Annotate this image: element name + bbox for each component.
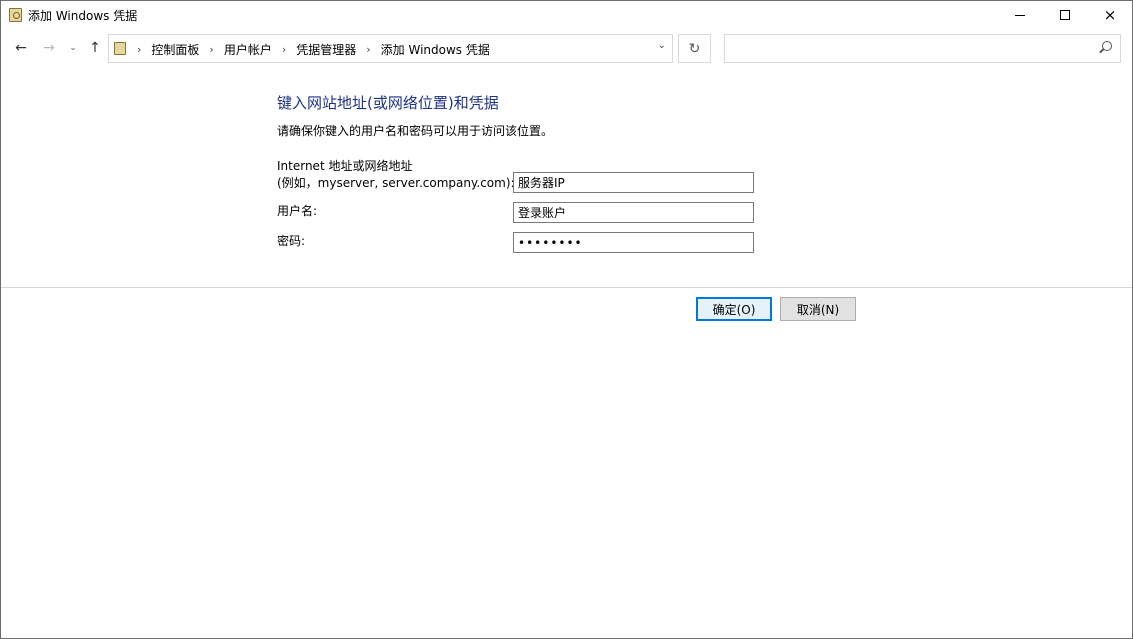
arrow-up-icon: ↑ [89, 40, 101, 56]
username-field[interactable] [513, 202, 754, 223]
breadcrumb-user-accounts[interactable]: 用户帐户 [224, 41, 272, 58]
forward-button[interactable]: → [39, 38, 59, 58]
refresh-icon: ↻ [688, 40, 701, 57]
username-label: 用户名: [277, 204, 318, 218]
ok-button[interactable]: 确定(O) [696, 297, 772, 321]
close-button[interactable]: × [1087, 1, 1133, 29]
address-bar[interactable]: › 控制面板 › 用户帐户 › 凭据管理器 › 添加 Windows 凭据 ⌄ [108, 34, 673, 63]
arrow-left-icon: ← [15, 40, 27, 56]
window-title: 添加 Windows 凭据 [28, 9, 138, 23]
recent-locations-button[interactable]: ⌄ [65, 38, 81, 58]
address-dropdown-icon[interactable]: ⌄ [658, 40, 666, 51]
page-title: 键入网站地址(或网络位置)和凭据 [277, 94, 499, 112]
breadcrumb-separator[interactable]: › [209, 43, 213, 56]
search-icon[interactable] [1098, 41, 1112, 55]
address-label: Internet 地址或网络地址 (例如，myserver, server.co… [277, 158, 515, 192]
title-bar: 添加 Windows 凭据 × [1, 1, 1132, 29]
chevron-down-icon: ⌄ [69, 43, 77, 53]
credential-icon [9, 8, 22, 22]
breadcrumb-separator: › [137, 43, 142, 56]
breadcrumb-separator[interactable]: › [366, 43, 370, 56]
page-description: 请确保你键入的用户名和密码可以用于访问该位置。 [277, 124, 554, 138]
breadcrumb-add-windows-credential[interactable]: 添加 Windows 凭据 [381, 41, 490, 58]
divider [1, 287, 1132, 288]
address-field[interactable] [513, 172, 754, 193]
address-label-line1: Internet 地址或网络地址 [277, 159, 413, 173]
password-label: 密码: [277, 234, 306, 248]
cancel-button[interactable]: 取消(N) [780, 297, 856, 321]
back-button[interactable]: ← [11, 38, 31, 58]
minimize-icon [1015, 14, 1025, 16]
breadcrumb-separator[interactable]: › [282, 43, 286, 56]
up-button[interactable]: ↑ [85, 38, 105, 58]
maximize-icon [1060, 10, 1070, 20]
breadcrumb: › 控制面板 › 用户帐户 › 凭据管理器 › 添加 Windows 凭据 [133, 41, 490, 58]
control-panel-icon [114, 42, 126, 55]
minimize-button[interactable] [997, 1, 1043, 29]
password-field[interactable] [513, 232, 754, 253]
search-box[interactable] [724, 34, 1121, 63]
arrow-right-icon: → [43, 40, 55, 56]
maximize-button[interactable] [1042, 1, 1088, 29]
breadcrumb-credential-manager[interactable]: 凭据管理器 [296, 41, 356, 58]
close-icon: × [1103, 5, 1117, 24]
address-label-line2: (例如，myserver, server.company.com): [277, 176, 515, 190]
navigation-bar: ← → ⌄ ↑ › 控制面板 › 用户帐户 › 凭据管理器 › 添加 Windo… [1, 33, 1132, 63]
credential-window: 添加 Windows 凭据 × ← → ⌄ ↑ › 控制面板 › 用户帐户 › … [0, 0, 1133, 639]
refresh-button[interactable]: ↻ [678, 34, 711, 63]
breadcrumb-control-panel[interactable]: 控制面板 [151, 41, 199, 58]
